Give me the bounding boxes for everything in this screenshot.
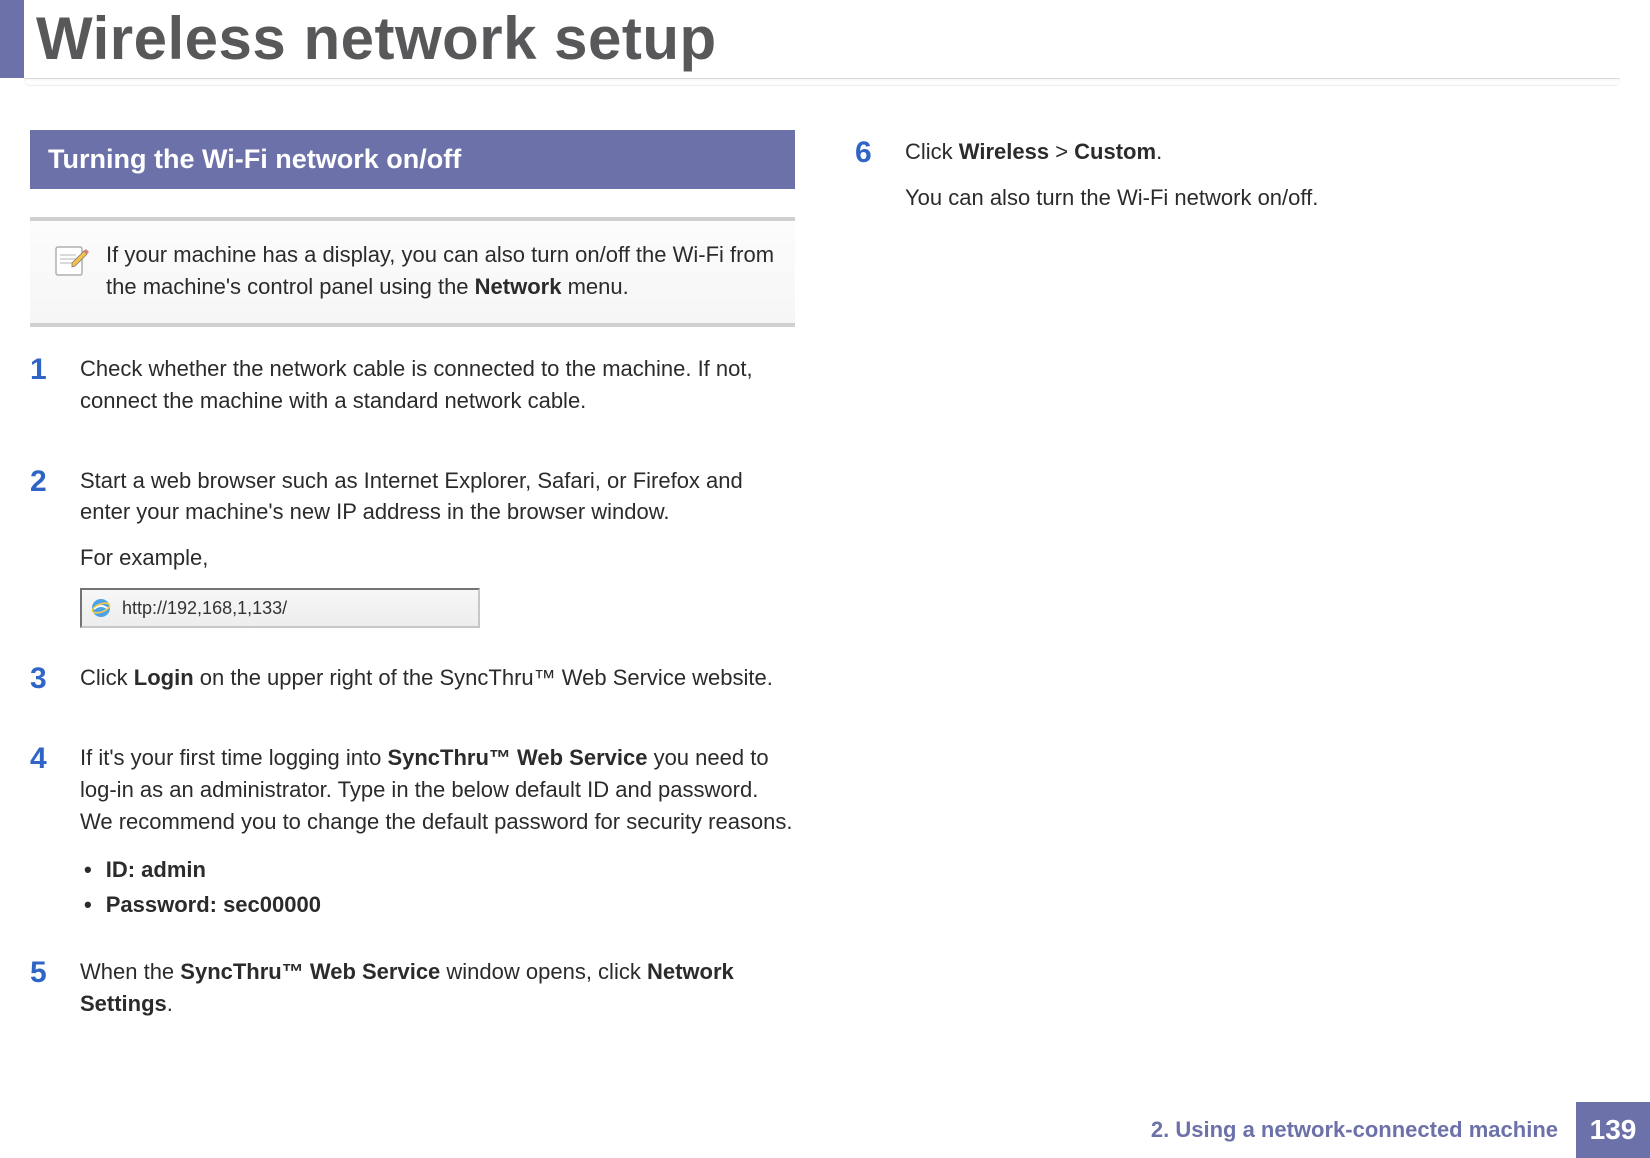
bullet-text: ID: admin [106,852,206,887]
note-box: If your machine has a display, you can a… [30,217,795,327]
step-paragraph: Check whether the network cable is conne… [80,353,795,417]
header-divider [24,78,1620,86]
page-title: Wireless network setup [36,4,717,73]
step: 5 When the SyncThru™ Web Service window o… [30,956,795,1034]
section-heading: Turning the Wi-Fi network on/off [30,130,795,189]
page-footer: 2. Using a network-connected machine 139 [0,1102,1650,1158]
url-text: http://192,168,1,133/ [122,595,287,621]
step-paragraph: Click Login on the upper right of the Sy… [80,662,773,694]
ie-icon [90,597,112,619]
step: 3 Click Login on the upper right of the S… [30,662,795,708]
footer-page-number: 139 [1576,1102,1650,1158]
column-left: Turning the Wi-Fi network on/off [30,130,795,1068]
step-body: Start a web browser such as Internet Exp… [80,465,795,629]
footer-chapter: 2. Using a network-connected machine [1151,1117,1576,1143]
bold-text: SyncThru™ Web Service [180,959,440,984]
step-paragraph: Click Wireless > Custom. [905,136,1318,168]
step-body: Click Wireless > Custom. You can also tur… [905,136,1318,228]
note-text: If your machine has a display, you can a… [106,239,775,303]
step: 2 Start a web browser such as Internet Ex… [30,465,795,629]
step-body: If it's your first time logging into Syn… [80,742,795,922]
bold-text: Login [134,665,194,690]
bullet-item: ID: admin [84,852,795,887]
step-number: 1 [30,353,58,431]
step-paragraph: Start a web browser such as Internet Exp… [80,465,795,529]
bold-text: Wireless [959,139,1049,164]
step-paragraph: For example, [80,542,795,574]
page-header: Wireless network setup [0,0,1650,90]
note-bold: Network [475,274,562,299]
step-number: 4 [30,742,58,922]
bullet-list: ID: adminPassword: sec00000 [84,852,795,922]
bold-text: Custom [1074,139,1156,164]
step-body: When the SyncThru™ Web Service window op… [80,956,795,1034]
column-right: 6 Click Wireless > Custom. You can also tu… [855,130,1620,1068]
steps-list-left: 1 Check whether the network cable is conn… [30,353,795,1034]
note-text-prefix: If your machine has a display, you can a… [106,242,774,299]
step: 1 Check whether the network cable is conn… [30,353,795,431]
step-paragraph: When the SyncThru™ Web Service window op… [80,956,795,1020]
step: 4If it's your first time logging into Sy… [30,742,795,922]
step-paragraph: You can also turn the Wi-Fi network on/o… [905,182,1318,214]
header-accent [0,0,24,78]
step: 6 Click Wireless > Custom. You can also tu… [855,136,1620,228]
bold-text: SyncThru™ Web Service [387,745,647,770]
step-number: 2 [30,465,58,629]
steps-list-right: 6 Click Wireless > Custom. You can also tu… [855,136,1620,228]
address-bar-example: http://192,168,1,133/ [80,588,480,628]
bullet-item: Password: sec00000 [84,887,795,922]
step-number: 6 [855,136,883,228]
step-body: Click Login on the upper right of the Sy… [80,662,773,708]
step-paragraph: If it's your first time logging into Syn… [80,742,795,838]
step-number: 5 [30,956,58,1034]
step-body: Check whether the network cable is conne… [80,353,795,431]
bullet-text: Password: sec00000 [106,887,321,922]
step-number: 3 [30,662,58,708]
note-icon [50,239,90,279]
note-text-suffix: menu. [561,274,628,299]
